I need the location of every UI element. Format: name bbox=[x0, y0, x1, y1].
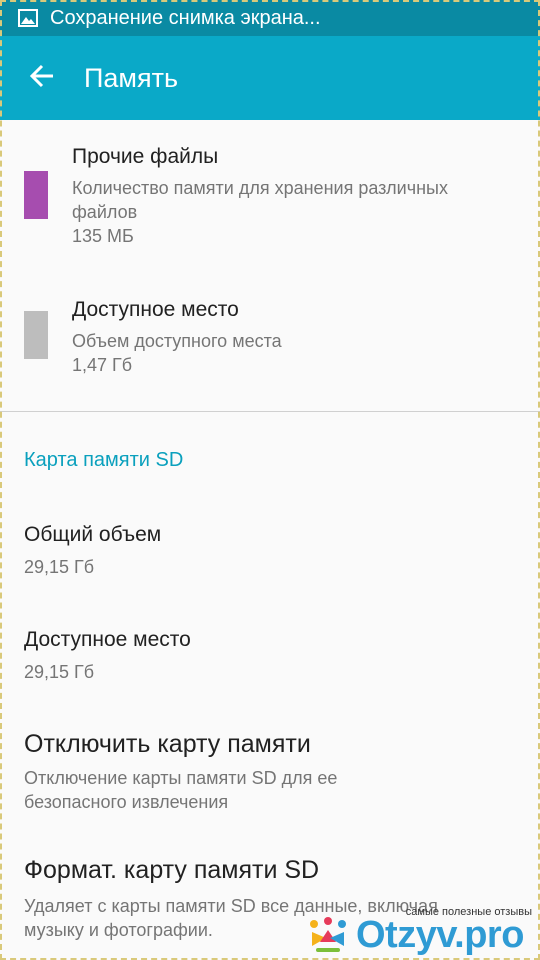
status-bar: Сохранение снимка экрана... bbox=[0, 0, 540, 36]
watermark-brand: Otzyv.pro bbox=[356, 914, 524, 956]
storage-size: 135 МБ bbox=[72, 226, 134, 246]
image-icon bbox=[18, 9, 38, 27]
description-line: Объем доступного места bbox=[72, 331, 282, 351]
sd-total-capacity: Общий объем 29,15 Гб bbox=[0, 523, 540, 583]
pref-value: 29,15 Гб bbox=[24, 662, 95, 682]
sd-card-section-header: Карта памяти SD bbox=[24, 449, 184, 471]
status-notification-text: Сохранение снимка экрана... bbox=[50, 6, 321, 29]
pref-title: Формат. карту памяти SD bbox=[24, 856, 320, 884]
storage-item-description: Количество памяти для хранения различных… bbox=[72, 176, 522, 248]
pref-summary: Отключение карты памяти SD для ее безопа… bbox=[24, 766, 514, 814]
storage-item-description: Объем доступного места 1,47 Гб bbox=[72, 329, 522, 377]
unmount-sd-card-button[interactable]: Отключить карту памяти Отключение карты … bbox=[0, 730, 540, 820]
otzyv-watermark: самые полезные отзывы Otzyv.pro bbox=[306, 906, 540, 960]
otzyv-logo-icon bbox=[306, 916, 350, 960]
pref-title: Доступное место bbox=[24, 628, 191, 651]
arrow-back-icon bbox=[29, 63, 55, 94]
storage-item-title: Прочие файлы bbox=[72, 145, 219, 168]
pref-title: Отключить карту памяти bbox=[24, 730, 311, 758]
description-line: файлов bbox=[72, 202, 138, 222]
section-divider bbox=[0, 411, 540, 412]
storage-item-title: Доступное место bbox=[72, 298, 239, 321]
summary-line: Отключение карты памяти SD для ее bbox=[24, 768, 338, 788]
page-title: Память bbox=[84, 62, 179, 93]
other-files-color-swatch bbox=[24, 171, 48, 219]
pref-title: Общий объем bbox=[24, 523, 162, 546]
pref-value: 29,15 Гб bbox=[24, 557, 95, 577]
sd-available-space: Доступное место 29,15 Гб bbox=[0, 628, 540, 688]
back-button[interactable] bbox=[12, 48, 72, 108]
storage-item-available: Доступное место Объем доступного места 1… bbox=[0, 298, 540, 388]
storage-item-other-files: Прочие файлы Количество памяти для хране… bbox=[0, 145, 540, 255]
description-line: Количество памяти для хранения различных bbox=[72, 178, 448, 198]
summary-line: безопасного извлечения bbox=[24, 792, 229, 812]
available-color-swatch bbox=[24, 311, 48, 359]
app-bar: Память bbox=[0, 36, 540, 120]
storage-size: 1,47 Гб bbox=[72, 355, 133, 375]
